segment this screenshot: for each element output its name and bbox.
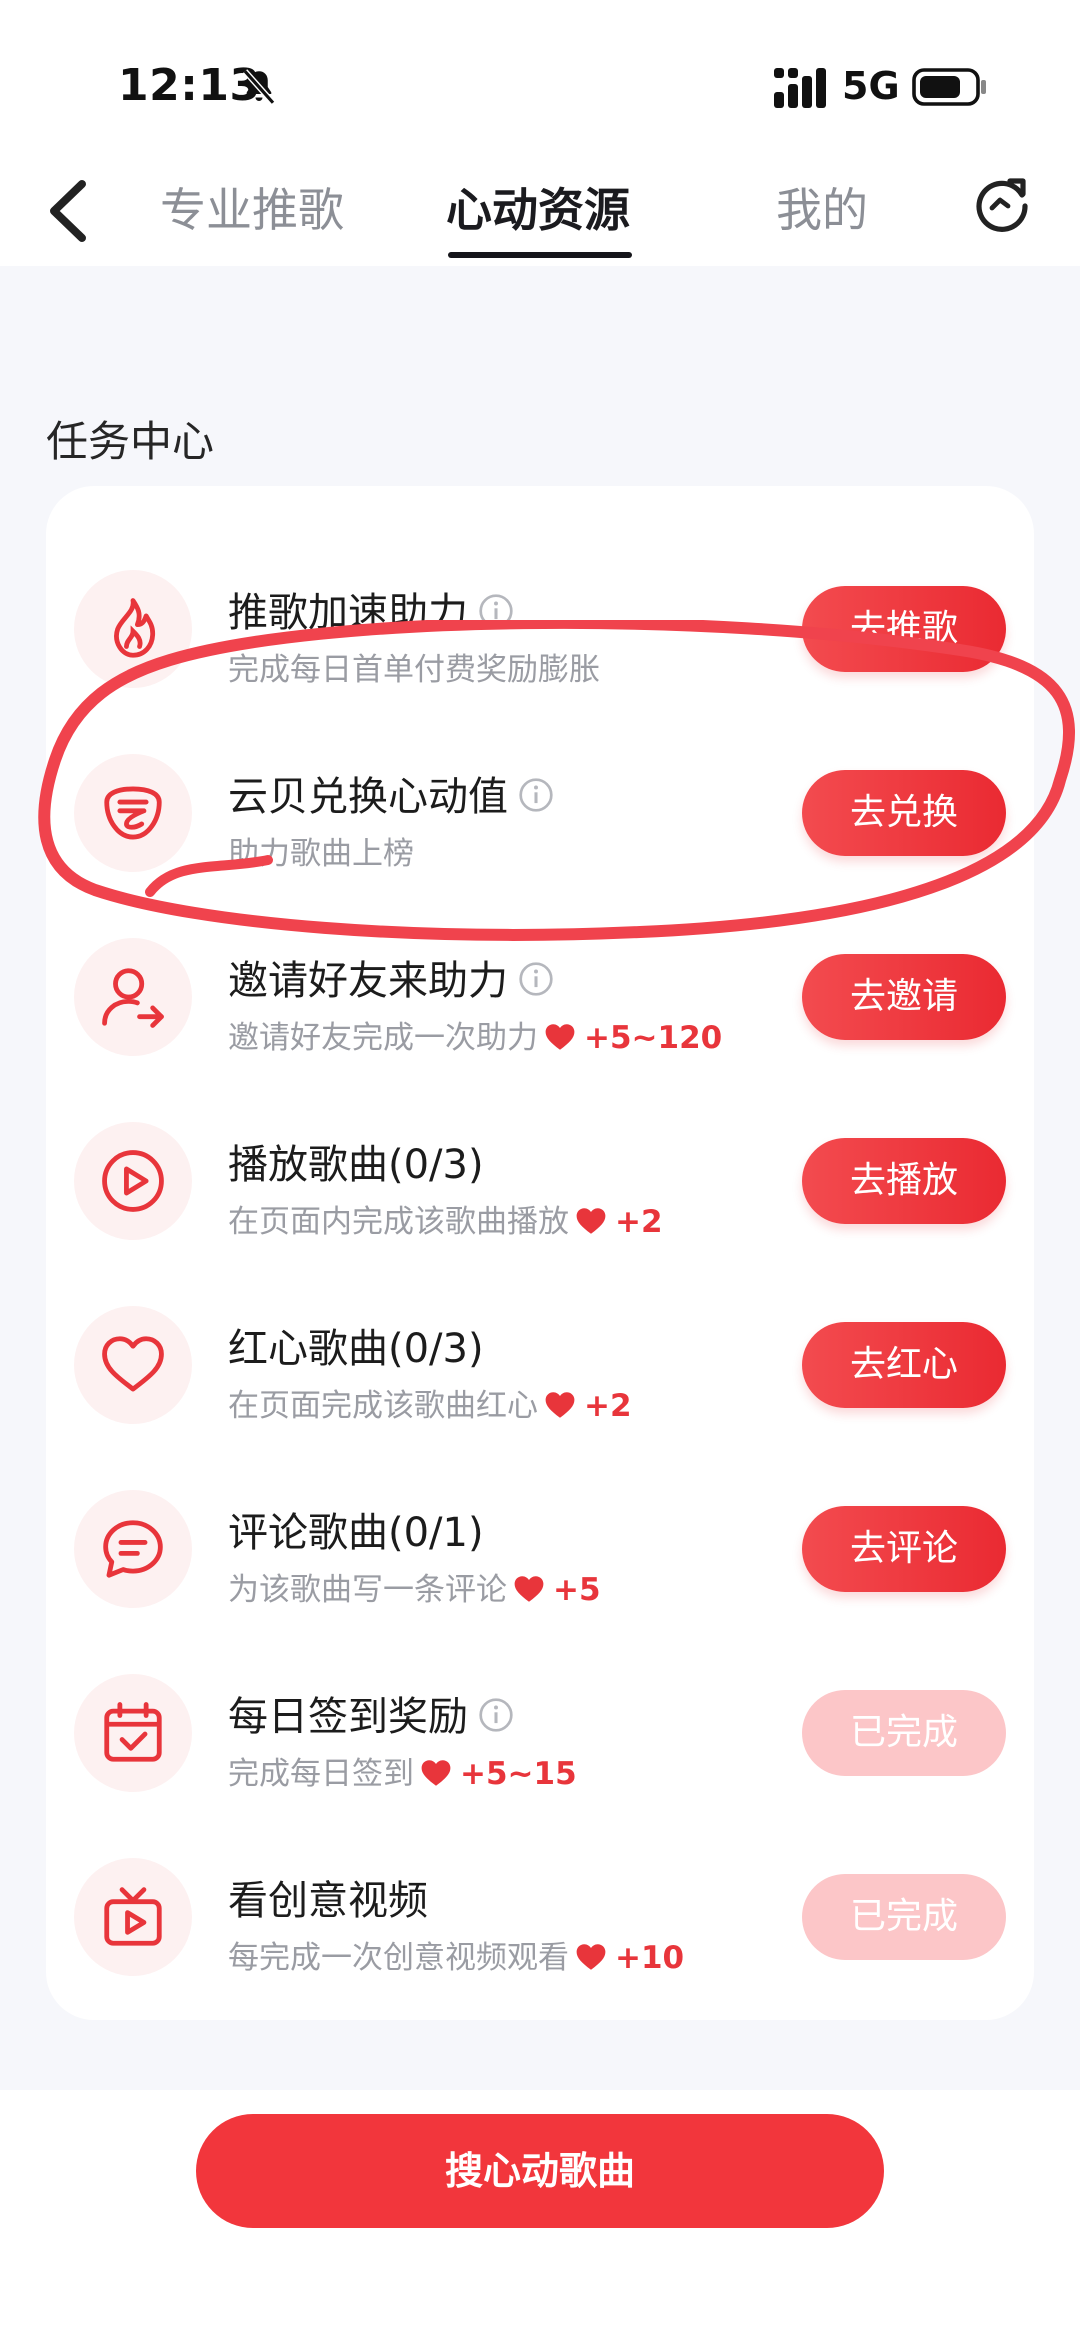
task-desc: 邀请好友完成一次助力 +5~120 [228,1012,722,1057]
checkin-done-button[interactable]: 已完成 [802,1690,1006,1776]
info-icon[interactable] [478,593,514,629]
task-icon-bg [74,570,192,688]
video-done-button[interactable]: 已完成 [802,1874,1006,1960]
task-desc: 完成每日签到 +5~15 [228,1748,577,1793]
task-row: 邀请好友来助力 邀请好友完成一次助力 +5~120 去邀请 [46,914,1034,1064]
task-desc-text: 在页面内完成该歌曲播放 [228,1204,569,1240]
tab-pro-promote[interactable]: 专业推歌 [160,174,344,240]
task-title: 看创意视频 [228,1878,428,1924]
go-heart-button[interactable]: 去红心 [802,1322,1006,1408]
task-desc: 每完成一次创意视频观看 +10 [228,1932,684,1977]
task-desc: 助力歌曲上榜 [228,836,414,872]
heart-icon [421,1760,451,1786]
task-desc-text: 为该歌曲写一条评论 [228,1572,507,1608]
go-invite-button[interactable]: 去邀请 [802,954,1006,1040]
task-desc: 在页面内完成该歌曲播放 +2 [228,1196,663,1241]
info-icon[interactable] [478,1697,514,1733]
refresh-icon[interactable] [970,172,1034,236]
go-promote-button[interactable]: 去推歌 [802,586,1006,672]
status-bar: 12:13 5G [0,0,1080,170]
task-title-text: 每日签到奖励 [228,1694,468,1740]
task-desc: 为该歌曲写一条评论 +5 [228,1564,601,1609]
heart-outline-icon [102,1336,164,1392]
task-desc-text: 完成每日签到 [228,1756,414,1792]
task-title-text: 邀请好友来助力 [228,958,508,1004]
task-icon-bg [74,1858,192,1976]
reward-value: +5 [553,1572,601,1608]
heart-icon [576,1208,606,1234]
bell-off-icon [242,69,276,105]
reward-value: +10 [615,1940,685,1976]
search-heart-songs-button[interactable]: 搜心动歌曲 [196,2114,884,2228]
task-row: 播放歌曲(0/3) 在页面内完成该歌曲播放 +2 去播放 [46,1098,1034,1248]
top-nav: 专业推歌 心动资源 我的 [0,160,1080,266]
task-desc-text: 邀请好友完成一次助力 [228,1020,538,1056]
battery-icon [912,68,986,106]
back-arrow-icon[interactable] [44,176,90,246]
play-icon [102,1150,164,1212]
task-title-text: 云贝兑换心动值 [228,774,508,820]
task-row: 推歌加速助力 完成每日首单付费奖励膨胀 去推歌 [46,546,1034,696]
heart-icon [576,1944,606,1970]
task-row: 红心歌曲(0/3) 在页面完成该歌曲红心 +2 去红心 [46,1282,1034,1432]
reward-value: +2 [615,1204,663,1240]
task-row: 评论歌曲(0/1) 为该歌曲写一条评论 +5 去评论 [46,1466,1034,1616]
task-desc: 在页面完成该歌曲红心 +2 [228,1380,632,1425]
tab-mine[interactable]: 我的 [776,174,868,240]
task-icon-bg [74,1674,192,1792]
task-icon-bg [74,1490,192,1608]
reward-value: +2 [584,1388,632,1424]
invite-user-icon [102,968,164,1028]
info-icon[interactable] [518,777,554,813]
signal-icon [774,68,826,108]
task-icon-bg [74,938,192,1056]
task-icon-bg [74,1122,192,1240]
go-comment-button[interactable]: 去评论 [802,1506,1006,1592]
task-icon-bg [74,754,192,872]
task-desc: 完成每日首单付费奖励膨胀 [228,652,600,688]
task-title: 每日签到奖励 [228,1684,514,1742]
task-title: 播放歌曲(0/3) [228,1142,484,1188]
task-row: 看创意视频 每完成一次创意视频观看 +10 已完成 [46,1834,1034,1984]
bottom-bar: 搜心动歌曲 [0,2090,1080,2348]
task-title: 云贝兑换心动值 [228,764,554,822]
cloud-coin-icon [104,786,162,840]
heart-icon [545,1024,575,1050]
task-card: 推歌加速助力 完成每日首单付费奖励膨胀 去推歌 云贝兑换心动值 助力歌曲上榜 去… [46,486,1034,2020]
heart-icon [545,1392,575,1418]
tab-heart-resources[interactable]: 心动资源 [446,174,630,240]
task-desc-text: 每完成一次创意视频观看 [228,1940,569,1976]
reward-value: +5~15 [460,1756,577,1792]
info-icon[interactable] [518,961,554,997]
reward-value: +5~120 [584,1020,723,1056]
task-title: 推歌加速助力 [228,580,514,638]
tv-play-icon [104,1887,162,1946]
flame-icon [114,598,156,658]
calendar-check-icon [104,1702,162,1762]
heart-icon [514,1576,544,1602]
task-title: 评论歌曲(0/1) [228,1510,484,1556]
task-desc-text: 在页面完成该歌曲红心 [228,1388,538,1424]
task-title: 红心歌曲(0/3) [228,1326,484,1372]
network-type: 5G [842,64,900,108]
comment-icon [103,1520,163,1578]
task-icon-bg [74,1306,192,1424]
task-title: 邀请好友来助力 [228,948,554,1006]
go-play-button[interactable]: 去播放 [802,1138,1006,1224]
go-exchange-button[interactable]: 去兑换 [802,770,1006,856]
section-title: 任务中心 [46,417,215,466]
task-title-text: 推歌加速助力 [228,590,468,636]
task-row: 云贝兑换心动值 助力歌曲上榜 去兑换 [46,730,1034,880]
active-tab-indicator [448,252,632,258]
task-row: 每日签到奖励 完成每日签到 +5~15 已完成 [46,1650,1034,1800]
